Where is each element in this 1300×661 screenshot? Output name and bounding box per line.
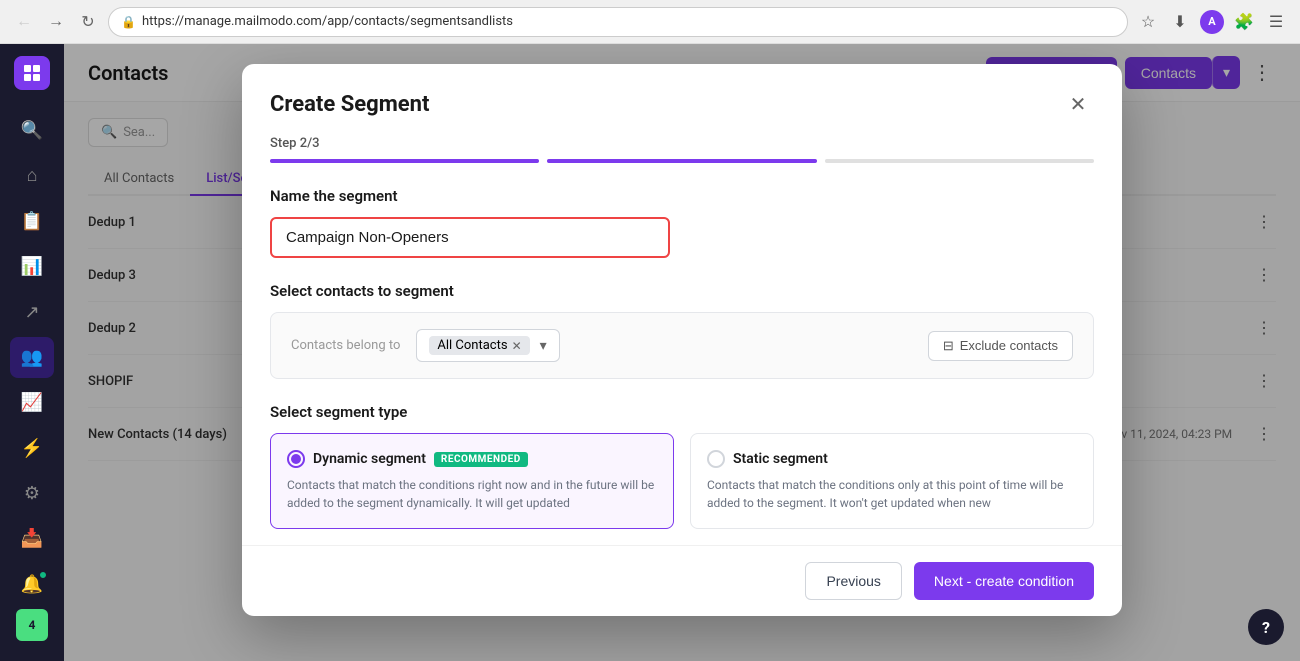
- static-segment-card[interactable]: Static segment Contacts that match the c…: [690, 433, 1094, 529]
- sidebar-item-analytics[interactable]: 📊: [10, 246, 54, 287]
- contacts-section-title: Select contacts to segment: [270, 282, 1094, 300]
- contacts-row: Contacts belong to All Contacts ✕ ▾ ⊟ Ex…: [270, 312, 1094, 379]
- browser-icons: ☆ ⬇ A 🧩 ☰: [1136, 10, 1288, 34]
- settings-icon: ⚙: [24, 483, 40, 504]
- static-segment-desc: Contacts that match the conditions only …: [707, 476, 1077, 512]
- sidebar-item-settings[interactable]: ⚙: [10, 473, 54, 514]
- campaigns-icon: 📋: [21, 211, 43, 232]
- contacts-dropdown[interactable]: All Contacts ✕ ▾: [416, 329, 559, 362]
- sidebar-item-notifications[interactable]: 🔔: [10, 564, 54, 605]
- forward-button[interactable]: →: [44, 10, 68, 34]
- static-segment-name: Static segment: [733, 451, 828, 467]
- analytics-icon: 📊: [21, 256, 43, 277]
- refresh-button[interactable]: ↻: [76, 10, 100, 34]
- modal-header: Create Segment ✕: [242, 64, 1122, 136]
- user-avatar[interactable]: 4: [16, 609, 48, 641]
- all-contacts-tag: All Contacts ✕: [429, 336, 529, 355]
- filter-icon: ⊟: [943, 338, 954, 354]
- previous-button[interactable]: Previous: [805, 562, 901, 600]
- help-button[interactable]: ?: [1248, 609, 1284, 645]
- bookmark-icon[interactable]: ☆: [1136, 10, 1160, 34]
- integrations-icon: ⚡: [21, 438, 43, 459]
- recommended-badge: RECOMMENDED: [434, 452, 528, 467]
- download-icon[interactable]: ⬇: [1168, 10, 1192, 34]
- url-text: https://manage.mailmodo.com/app/contacts…: [142, 14, 513, 29]
- step-indicator: Step 2/3: [270, 136, 1094, 151]
- menu-icon[interactable]: ☰: [1264, 10, 1288, 34]
- sidebar-item-campaigns[interactable]: 📋: [10, 201, 54, 242]
- share-icon: ↗: [24, 302, 39, 323]
- modal-title: Create Segment: [270, 92, 429, 117]
- static-segment-header: Static segment: [707, 450, 1077, 468]
- sidebar-logo[interactable]: [14, 56, 50, 90]
- dropdown-arrow-icon: ▾: [540, 338, 547, 354]
- downloads-icon: 📥: [21, 528, 43, 549]
- trends-icon: 📈: [21, 392, 43, 413]
- next-create-condition-button[interactable]: Next - create condition: [914, 562, 1094, 600]
- dynamic-segment-name: Dynamic segment: [313, 451, 426, 467]
- static-radio[interactable]: [707, 450, 725, 468]
- sidebar-item-trends[interactable]: 📈: [10, 382, 54, 423]
- step-bars: [270, 159, 1094, 163]
- step-bar-3: [825, 159, 1094, 163]
- back-button[interactable]: ←: [12, 10, 36, 34]
- sidebar: 🔍 ⌂ 📋 📊 ↗ 👥 📈 ⚡ ⚙ 📥 🔔: [0, 44, 64, 661]
- modal-body: Step 2/3 Name the segment Select contact…: [242, 136, 1122, 545]
- create-segment-modal: Create Segment ✕ Step 2/3 Name the segme…: [242, 64, 1122, 616]
- step-bar-2: [547, 159, 816, 163]
- name-section-title: Name the segment: [270, 187, 1094, 205]
- segment-type-grid: Dynamic segment RECOMMENDED Contacts tha…: [270, 433, 1094, 529]
- search-icon: 🔍: [21, 120, 43, 141]
- step-bar-1: [270, 159, 539, 163]
- dynamic-segment-header: Dynamic segment RECOMMENDED: [287, 450, 657, 468]
- type-section-title: Select segment type: [270, 403, 1094, 421]
- sidebar-item-integrations[interactable]: ⚡: [10, 427, 54, 468]
- radio-dot: [291, 454, 301, 464]
- sidebar-item-search[interactable]: 🔍: [10, 110, 54, 151]
- dynamic-radio[interactable]: [287, 450, 305, 468]
- dynamic-segment-desc: Contacts that match the conditions right…: [287, 476, 657, 512]
- contacts-belong-label: Contacts belong to: [291, 338, 400, 353]
- contacts-icon: 👥: [21, 347, 43, 368]
- modal-overlay: Create Segment ✕ Step 2/3 Name the segme…: [64, 44, 1300, 661]
- home-icon: ⌂: [27, 165, 38, 186]
- sidebar-item-home[interactable]: ⌂: [10, 155, 54, 196]
- sidebar-item-downloads[interactable]: 📥: [10, 518, 54, 559]
- sidebar-item-share[interactable]: ↗: [10, 291, 54, 332]
- profile-avatar[interactable]: A: [1200, 10, 1224, 34]
- remove-tag-button[interactable]: ✕: [512, 339, 522, 353]
- segment-name-input[interactable]: [270, 217, 670, 258]
- sidebar-item-contacts[interactable]: 👥: [10, 337, 54, 378]
- extensions-icon[interactable]: 🧩: [1232, 10, 1256, 34]
- lock-icon: 🔒: [121, 15, 136, 29]
- main-content: Contacts Import Contacts Contacts ▾ ⋮ 🔍 …: [64, 44, 1300, 661]
- exclude-contacts-button[interactable]: ⊟ Exclude contacts: [928, 331, 1073, 361]
- url-bar[interactable]: 🔒 https://manage.mailmodo.com/app/contac…: [108, 7, 1128, 37]
- modal-close-button[interactable]: ✕: [1062, 88, 1094, 120]
- modal-footer: Previous Next - create condition: [242, 545, 1122, 616]
- notification-badge: [38, 570, 48, 580]
- browser-bar: ← → ↻ 🔒 https://manage.mailmodo.com/app/…: [0, 0, 1300, 44]
- dynamic-segment-card[interactable]: Dynamic segment RECOMMENDED Contacts tha…: [270, 433, 674, 529]
